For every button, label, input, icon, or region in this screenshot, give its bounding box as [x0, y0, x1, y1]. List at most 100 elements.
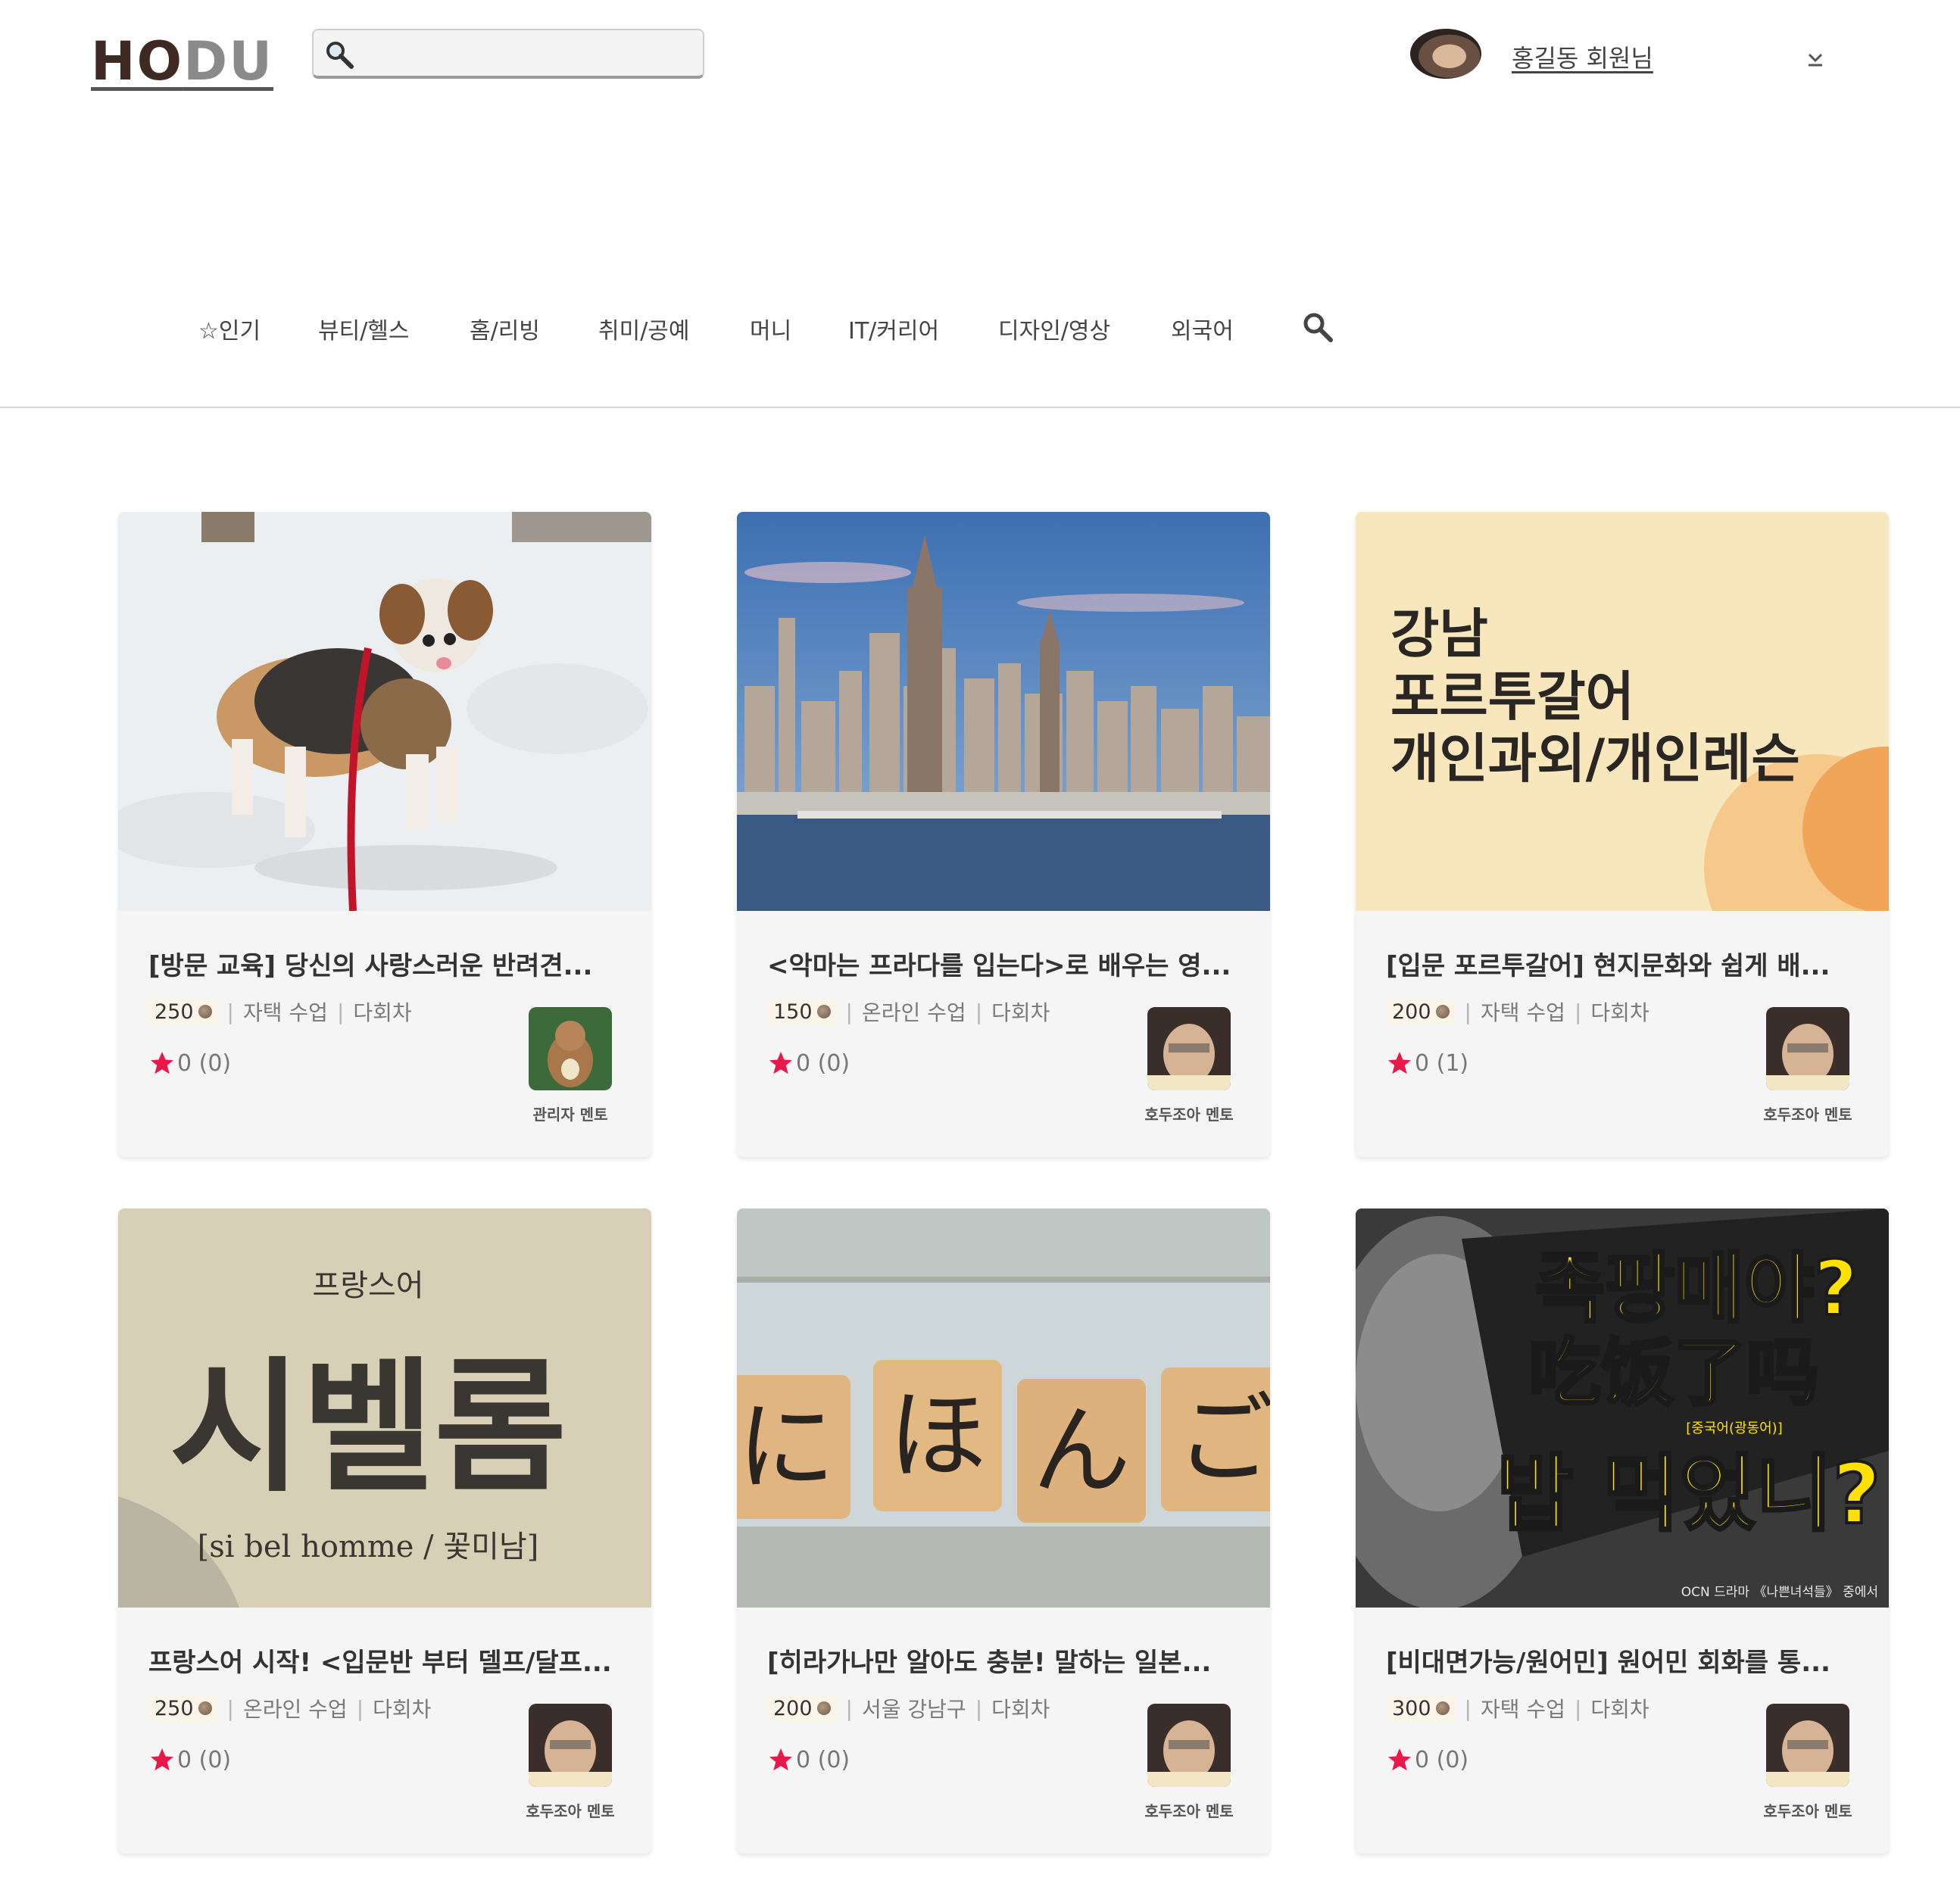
- chevron-down-icon[interactable]: [1806, 48, 1825, 68]
- category-nav: ☆인기 뷰티/헬스 홈/리빙 취미/공예 머니 IT/커리어 디자인/영상 외국…: [0, 303, 1960, 409]
- search-icon: [326, 42, 354, 69]
- class-card[interactable]: 족팡매야? 吃饭了吗 밥 먹었니? [중국어(광동어)] OCN 드라마 《나쁜…: [1356, 1208, 1889, 1854]
- thumb-credit: OCN 드라마 《나쁜녀석들》 중에서: [1681, 1585, 1878, 1600]
- class-title[interactable]: [방문 교육] 당신의 사랑스러운 반려견...: [148, 945, 633, 982]
- class-sessions: 다회차: [991, 1000, 1050, 1025]
- mentor-avatar[interactable]: [1147, 1007, 1231, 1090]
- thumb-text: 족팡매야?: [1535, 1244, 1858, 1333]
- search-box[interactable]: [312, 29, 704, 79]
- mentor-name[interactable]: 호두조아 멘토: [1131, 1102, 1247, 1124]
- class-mode: 자택 수업: [1480, 1697, 1565, 1722]
- thumb-text: ん: [1032, 1393, 1131, 1508]
- class-meta: 150 | 온라인 수업 | 다회차: [767, 996, 1050, 1027]
- user-name-link[interactable]: 홍길동 회원님: [1512, 39, 1653, 74]
- price-badge: 200: [767, 1695, 837, 1722]
- class-card[interactable]: [방문 교육] 당신의 사랑스러운 반려견... 250 | 자택 수업 | 다회차…: [118, 512, 651, 1157]
- class-sessions: 다회차: [991, 1697, 1050, 1722]
- price-badge: 250: [148, 1695, 218, 1722]
- class-card[interactable]: 프랑스어 시벨롬 [si bel homme / 꽃미남] 프랑스어 시작! <…: [118, 1208, 651, 1854]
- mentor-name[interactable]: 호두조아 멘토: [1749, 1799, 1866, 1821]
- star-icon: [151, 1748, 173, 1771]
- mentor-name[interactable]: 호두조아 멘토: [1749, 1102, 1866, 1124]
- price-badge: 150: [767, 998, 837, 1025]
- thumb-text: ほ: [888, 1378, 987, 1493]
- rating: 0 (0): [767, 1049, 850, 1077]
- rating: 0 (0): [148, 1746, 231, 1773]
- rating: 0 (0): [1386, 1746, 1468, 1773]
- rating: 0 (0): [767, 1746, 850, 1773]
- class-thumbnail[interactable]: [118, 512, 651, 911]
- rating: 0 (1): [1386, 1049, 1468, 1077]
- class-meta: 200 | 서울 강남구 | 다회차: [767, 1693, 1050, 1723]
- star-icon: [1388, 1748, 1411, 1771]
- class-card[interactable]: 강남 포르투갈어 개인과외/개인레슨 [입문 포르투갈어] 현지문화와 쉽게 배…: [1356, 512, 1889, 1157]
- thumb-text: 강남: [1390, 603, 1488, 665]
- search-icon[interactable]: [1301, 310, 1334, 344]
- class-title[interactable]: 프랑스어 시작! <입문반 부터 델프/달프...: [148, 1642, 633, 1679]
- class-title[interactable]: [히라가나만 알아도 충분! 말하는 일본...: [767, 1642, 1252, 1679]
- mentor-avatar[interactable]: [529, 1007, 612, 1090]
- class-thumbnail[interactable]: 족팡매야? 吃饭了吗 밥 먹었니? [중국어(광동어)] OCN 드라마 《나쁜…: [1356, 1208, 1889, 1608]
- thumb-text: 개인과외/개인레슨: [1390, 728, 1800, 790]
- class-mode: 온라인 수업: [861, 1000, 966, 1025]
- mentor-name[interactable]: 호두조아 멘토: [512, 1799, 629, 1821]
- mentor-avatar[interactable]: [1147, 1704, 1231, 1787]
- class-sessions: 다회차: [1590, 1000, 1649, 1025]
- thumb-text: 밥 먹었니?: [1497, 1445, 1881, 1542]
- class-meta: 250 | 온라인 수업 | 다회차: [148, 1693, 431, 1723]
- nav-item-it-career[interactable]: IT/커리어: [848, 312, 939, 345]
- thumb-text: に: [737, 1389, 835, 1505]
- logo[interactable]: HODU: [91, 30, 273, 92]
- nav-item-beauty-health[interactable]: 뷰티/헬스: [318, 312, 410, 345]
- user-avatar[interactable]: [1410, 29, 1481, 79]
- class-sessions: 다회차: [1590, 1697, 1649, 1722]
- nav-item-popular[interactable]: ☆인기: [198, 312, 261, 345]
- star-icon: [769, 1052, 792, 1074]
- class-thumbnail[interactable]: [737, 512, 1270, 911]
- star-icon: [769, 1748, 792, 1771]
- class-meta: 250 | 자택 수업 | 다회차: [148, 996, 412, 1027]
- thumb-text: ご: [1176, 1382, 1270, 1497]
- nav-divider: [0, 407, 1960, 408]
- nav-item-money[interactable]: 머니: [750, 312, 791, 345]
- price-badge: 200: [1386, 998, 1456, 1025]
- mentor-avatar[interactable]: [1766, 1007, 1849, 1090]
- class-thumbnail[interactable]: 프랑스어 시벨롬 [si bel homme / 꽃미남]: [118, 1208, 651, 1608]
- thumb-text: 포르투갈어: [1390, 666, 1634, 728]
- class-meta: 200 | 자택 수업 | 다회차: [1386, 996, 1649, 1027]
- thumb-text: [si bel homme / 꽃미남]: [198, 1530, 539, 1564]
- class-card[interactable]: <악마는 프라다를 입는다>로 배우는 영... 150 | 온라인 수업 | 다회…: [737, 512, 1270, 1157]
- class-mode: 자택 수업: [242, 1000, 328, 1025]
- class-sessions: 다회차: [353, 1000, 412, 1025]
- nav-item-home-living[interactable]: 홈/리빙: [470, 312, 540, 345]
- acorn-coin-icon: [816, 1701, 831, 1715]
- class-mode: 서울 강남구: [861, 1697, 966, 1722]
- mentor-avatar[interactable]: [529, 1704, 612, 1787]
- class-sessions: 다회차: [373, 1697, 432, 1722]
- mentor-name[interactable]: 호두조아 멘토: [1131, 1799, 1247, 1821]
- star-icon: [151, 1052, 173, 1074]
- class-title[interactable]: [입문 포르투갈어] 현지문화와 쉽게 배...: [1386, 945, 1871, 982]
- search-input[interactable]: [367, 36, 695, 73]
- thumb-text: 吃饭了吗: [1528, 1330, 1819, 1415]
- class-mode: 자택 수업: [1480, 1000, 1565, 1025]
- rating: 0 (0): [148, 1049, 231, 1077]
- acorn-coin-icon: [198, 1005, 212, 1018]
- mentor-name[interactable]: 관리자 멘토: [512, 1102, 629, 1124]
- acorn-coin-icon: [1435, 1005, 1450, 1018]
- acorn-coin-icon: [198, 1701, 212, 1715]
- price-badge: 250: [148, 998, 218, 1025]
- mentor-avatar[interactable]: [1766, 1704, 1849, 1787]
- class-title[interactable]: [비대면가능/원어민] 원어민 회화를 통...: [1386, 1642, 1871, 1679]
- class-thumbnail[interactable]: 강남 포르투갈어 개인과외/개인레슨: [1356, 512, 1889, 911]
- acorn-coin-icon: [1435, 1701, 1450, 1715]
- class-meta: 300 | 자택 수업 | 다회차: [1386, 1693, 1649, 1723]
- nav-item-hobby-craft[interactable]: 취미/공예: [598, 312, 690, 345]
- nav-item-foreign-language[interactable]: 외국어: [1171, 312, 1234, 345]
- class-thumbnail[interactable]: に ほ ん ご: [737, 1208, 1270, 1608]
- class-title[interactable]: <악마는 프라다를 입는다>로 배우는 영...: [767, 945, 1252, 982]
- price-badge: 300: [1386, 1695, 1456, 1722]
- thumb-text: 프랑스어: [312, 1268, 423, 1303]
- class-card[interactable]: に ほ ん ご [히라가나만 알아도 충분! 말하는 일본... 200 | 서울…: [737, 1208, 1270, 1854]
- nav-item-design-video[interactable]: 디자인/영상: [998, 312, 1110, 345]
